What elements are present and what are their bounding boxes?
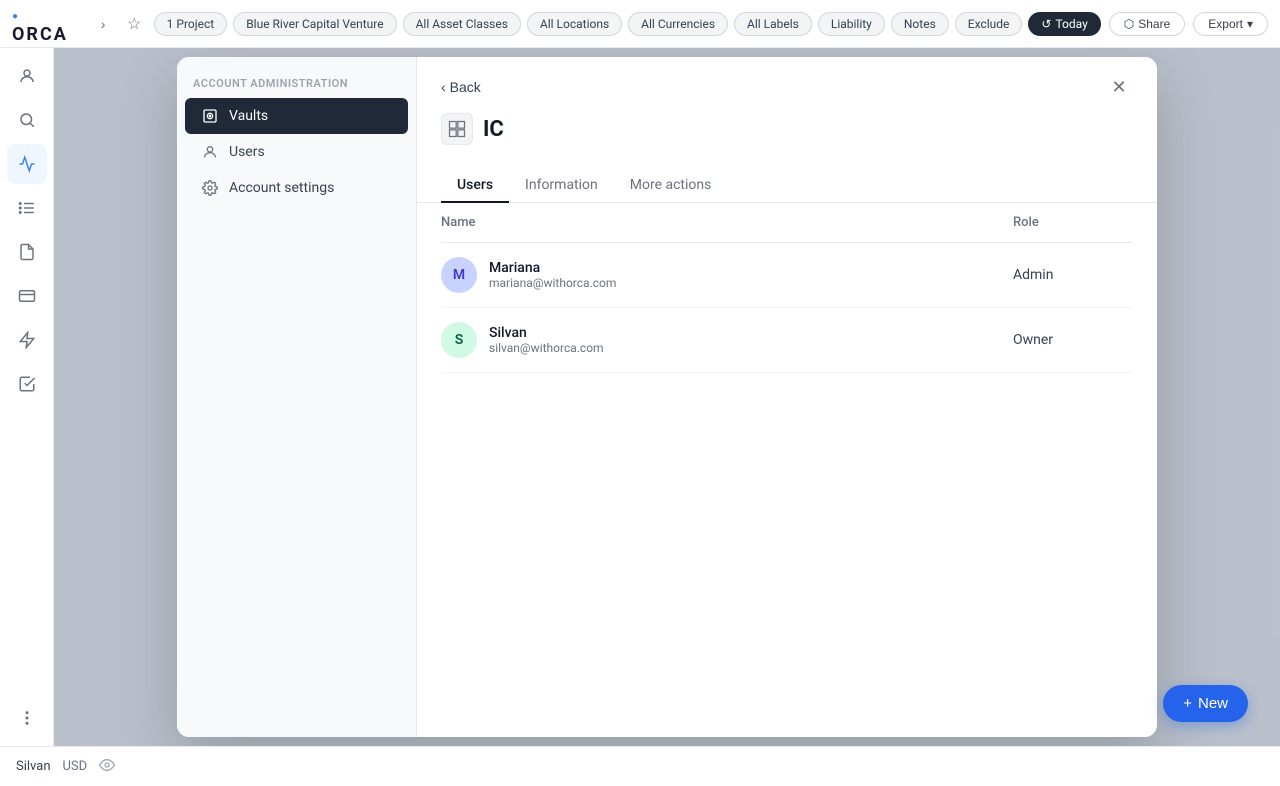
new-button[interactable]: + New [1163,685,1248,722]
share-icon: ⬡ [1124,17,1134,31]
bottom-currency: USD [63,759,88,774]
avatar: S [441,322,477,358]
star-button[interactable]: ☆ [123,12,146,36]
col-role-header: Role [1013,215,1133,230]
modal-sidebar-section-label: Account administration [177,77,416,98]
left-sidebar [0,48,54,746]
chip-locations[interactable]: All Locations [527,12,622,36]
col-name-header: Name [441,215,1013,230]
user-role: Admin [1013,267,1133,283]
account-settings-label: Account settings [229,180,334,196]
sidebar-item-vaults[interactable]: Vaults [185,98,408,134]
user-name: Silvan [489,325,1013,341]
modal: Account administration Vaults Users [177,57,1157,737]
nav-chips: 1 Project Blue River Capital Venture All… [154,12,1101,36]
sidebar-item-search[interactable] [7,100,47,140]
sidebar-item-account-settings[interactable]: Account settings [185,170,408,206]
vault-title-row: IC [417,101,1157,145]
eye-icon[interactable] [99,757,115,777]
chip-labels[interactable]: All Labels [734,12,812,36]
user-name: Mariana [489,260,1013,276]
close-icon: ✕ [1111,77,1126,98]
chip-project[interactable]: 1 Project [154,12,228,36]
sidebar-item-files[interactable] [7,232,47,272]
tab-users[interactable]: Users [441,169,509,203]
refresh-icon: ↺ [1041,17,1051,31]
sidebar-item-cards[interactable] [7,276,47,316]
modal-sidebar: Account administration Vaults Users [177,57,417,737]
avatar: M [441,257,477,293]
collapse-button[interactable]: › [92,12,115,36]
top-nav: ● ORCA › ☆ 1 Project Blue River Capital … [0,0,1280,48]
vaults-label: Vaults [229,108,268,124]
plus-icon: + [1183,695,1192,712]
chevron-left-icon: ‹ [441,79,446,95]
user-info: Mariana mariana@withorca.com [489,260,1013,290]
users-label: Users [229,144,265,160]
vault-type-icon [441,113,473,145]
app-logo: ● ORCA [12,3,80,45]
user-email: silvan@withorca.com [489,341,1013,355]
table-row: M Mariana mariana@withorca.com Admin [441,243,1133,308]
chip-currencies[interactable]: All Currencies [628,12,728,36]
tab-more-actions[interactable]: More actions [614,169,728,203]
table-header: Name Role [441,203,1133,243]
sidebar-item-events[interactable] [7,320,47,360]
back-button[interactable]: ‹ Back [441,79,481,95]
chevron-down-icon: ▾ [1247,17,1253,31]
modal-header: ‹ Back ✕ [417,57,1157,101]
main-layout: Account administration Vaults Users [0,48,1280,746]
sidebar-item-users[interactable]: Users [185,134,408,170]
sidebar-item-more[interactable] [7,698,47,738]
share-button[interactable]: ⬡ Share [1109,12,1186,36]
tab-information[interactable]: Information [509,169,614,203]
user-email: mariana@withorca.com [489,276,1013,290]
close-button[interactable]: ✕ [1105,73,1133,101]
bottom-bar: Silvan USD [0,746,1280,786]
user-info: Silvan silvan@withorca.com [489,325,1013,355]
table-row: S Silvan silvan@withorca.com Owner [441,308,1133,373]
chip-today[interactable]: ↺ Today [1028,12,1100,36]
nav-actions: ⬡ Share Export ▾ [1109,12,1268,36]
sidebar-item-tasks[interactable] [7,364,47,404]
chip-notes[interactable]: Notes [891,12,949,36]
vaults-icon [201,108,219,124]
vault-name: IC [483,117,504,142]
sidebar-item-stats[interactable] [7,144,47,184]
chip-exclude[interactable]: Exclude [955,12,1023,36]
content-area: Account administration Vaults Users [54,48,1280,746]
export-button[interactable]: Export ▾ [1193,12,1268,36]
modal-content: ‹ Back ✕ IC Users [417,57,1157,737]
sidebar-item-lists[interactable] [7,188,47,228]
users-icon [201,144,219,160]
chip-capital[interactable]: Blue River Capital Venture [233,12,396,36]
chip-asset[interactable]: All Asset Classes [403,12,521,36]
users-table: Name Role M Mariana mariana@withorca.com… [417,203,1157,737]
chip-liability[interactable]: Liability [818,12,885,36]
user-role: Owner [1013,332,1133,348]
settings-icon [201,180,219,196]
modal-tabs: Users Information More actions [417,153,1157,203]
bottom-user: Silvan [16,759,51,774]
app-background: ● ORCA › ☆ 1 Project Blue River Capital … [0,0,1280,786]
sidebar-item-investments[interactable] [7,56,47,96]
